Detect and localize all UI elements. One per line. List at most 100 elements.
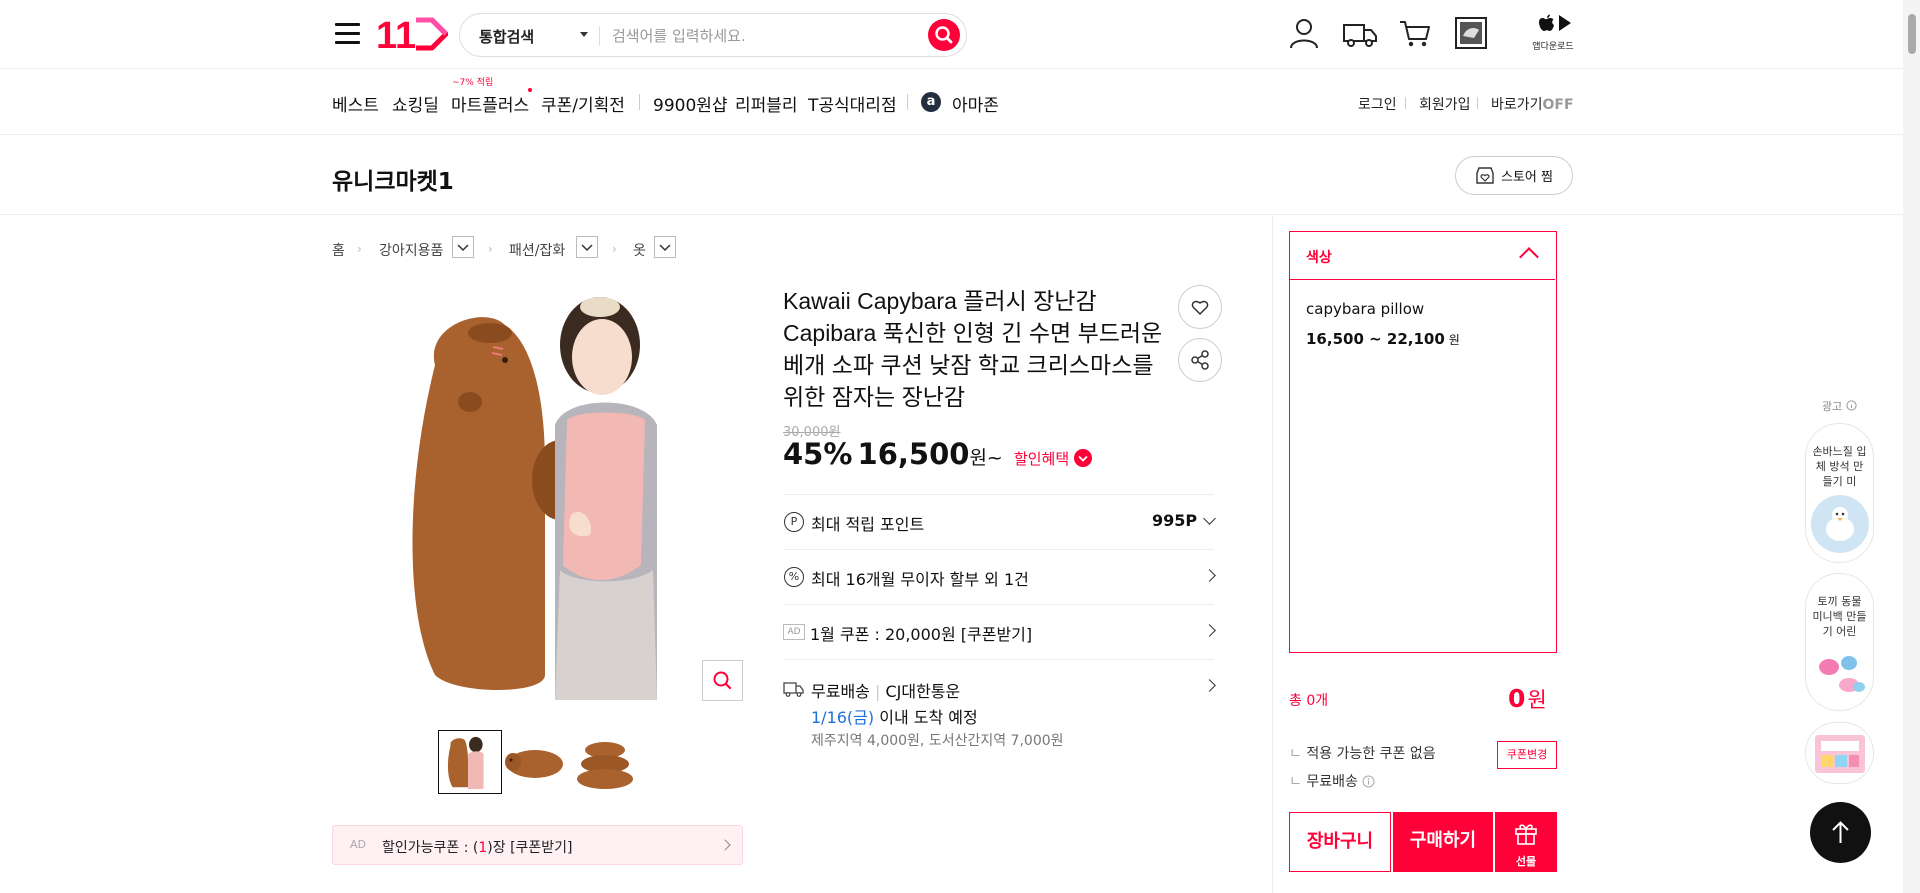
chevron-right-icon [719,839,731,851]
page-scrollbar[interactable] [1903,0,1920,893]
app-download[interactable]: 앱다운로드 [1530,13,1576,52]
ad-card-3[interactable] [1805,722,1874,784]
breadcrumb-dropdown[interactable] [576,236,598,258]
amazon-icon[interactable]: a [921,92,941,112]
gift-icon [1515,824,1537,845]
discount-benefit-label: 할인혜택 [1013,450,1070,468]
search-input[interactable] [612,24,912,48]
buy-now-button[interactable]: 구매하기 [1393,812,1493,872]
delivery-truck-icon[interactable] [1342,16,1378,50]
zoom-button[interactable] [702,660,743,701]
search-category[interactable]: 통합검색 [479,26,534,47]
divider [599,26,600,46]
breadcrumb-level3[interactable]: 옷 [633,240,646,260]
shortcut-label: 바로가기 [1491,97,1543,113]
caret-down-icon[interactable] [580,32,588,37]
option-item-price: 16,500 ~ 22,100 원 [1306,330,1460,348]
coupon-ad-count: 1 [478,840,488,856]
wishlist-button[interactable] [1178,285,1222,329]
chevron-down-circle-icon [1073,449,1092,467]
arrival-info: 1/16(금) 이내 도착 예정 [811,704,978,728]
nav-best[interactable]: 베스트 [332,91,379,116]
coupon-label: 1월 쿠폰 : 20,000원 [쿠폰받기] [810,625,1033,644]
nav-mart-plus[interactable]: 마트플러스 [451,91,529,116]
option-item-price-value: 16,500 ~ 22,100 [1306,330,1445,348]
coupon-change-button[interactable]: 쿠폰변경 [1497,741,1557,769]
breadcrumb-dropdown[interactable] [452,236,474,258]
total-price: 0원 [1508,684,1547,714]
info-icon[interactable] [1846,400,1857,411]
product-title: Kawaii Capybara 플러시 장난감 Capibara 푹신한 인형 … [783,288,1163,410]
shipping-status: ㄴ 무료배송 [1289,771,1375,791]
option-header[interactable]: 색상 [1290,232,1555,280]
delivery-info: 무료배송 | CJ대한통운 [811,682,961,701]
thumbnail-2[interactable] [503,730,567,794]
chevron-up-icon[interactable] [1519,247,1539,267]
new-dot [528,88,532,92]
chevron-right-icon [1203,624,1216,637]
info-icon[interactable] [1362,775,1375,788]
nav-divider [907,94,908,110]
recent-view-icon[interactable] [1454,16,1488,50]
percent-icon: % [784,567,804,587]
points-value: 995P [1152,511,1198,530]
shortcut-state: OFF [1542,97,1574,113]
breadcrumb-level2[interactable]: 패션/잡화 [509,240,565,260]
scroll-to-top-button[interactable] [1810,802,1871,863]
user-icon[interactable] [1287,16,1321,50]
coupon-row[interactable]: AD 1월 쿠폰 : 20,000원 [쿠폰받기] [783,604,1216,659]
coupon-status: ㄴ 적용 가능한 쿠폰 없음 [1289,746,1436,762]
total-count: 총 0개 [1289,693,1329,709]
option-item-name: capybara pillow [1306,300,1425,318]
search-icon [935,26,953,44]
util-divider [1477,97,1478,109]
ad-card-1[interactable]: 손바느질 입체 방석 만들기 미 [1805,423,1874,563]
ad-label-text: 광고 [1822,400,1843,413]
add-to-cart-button[interactable]: 장바구니 [1289,812,1391,872]
column-divider [1272,215,1273,893]
store-follow-button[interactable]: 스토어 찜 [1455,156,1573,195]
logo[interactable]: 11 [376,14,448,54]
points-row[interactable]: P 최대 적립 포인트 995P [783,494,1216,549]
signup-link[interactable]: 회원가입 [1419,94,1471,114]
nav-coupon[interactable]: 쿠폰/기획전 [541,91,625,116]
cart-icon[interactable] [1398,16,1432,50]
sale-price: 16,500 [857,437,970,471]
delivery-row[interactable]: 무료배송 | CJ대한통운 1/16(금) 이내 도착 예정 제주지역 4,00… [783,659,1216,759]
discount-benefit-link[interactable]: 할인혜택 [1013,449,1092,468]
thumbnail-1[interactable] [438,730,502,794]
installment-row[interactable]: % 최대 16개월 무이자 할부 외 1건 [783,549,1216,604]
shortcut-toggle[interactable]: 바로가기OFF [1491,94,1574,114]
total-price-value: 0 [1508,684,1526,713]
chevron-right-icon: › [612,242,617,256]
thumbnail-3[interactable] [573,730,637,794]
nav-refurbly[interactable]: 리퍼블리 [735,91,798,116]
store-name[interactable]: 유니크마켓1 [332,162,454,196]
chevron-down-icon [659,244,671,252]
breadcrumb-home[interactable]: 홈 [332,240,345,260]
nav-amazon[interactable]: 아마존 [952,91,999,116]
app-store-icon [1539,14,1571,31]
nav-shocking-deal[interactable]: 쇼킹딜 [392,91,439,116]
scrollbar-thumb[interactable] [1908,14,1916,54]
coupon-ad-bar[interactable]: AD 할인가능쿠폰 : (1)장 [쿠폰받기] [332,825,743,865]
nav-t-agency[interactable]: T공식대리점 [808,91,897,116]
ad-card-image [1810,495,1869,553]
ad-card-2[interactable]: 토끼 동물 미니백 만들기 어린 [1805,573,1874,711]
delivery-truck-icon [783,682,804,697]
arrival-date: 1/16(금) [811,708,875,727]
ad-badge: AD [350,838,366,851]
option-item[interactable]: capybara pillow 16,500 ~ 22,100 원 [1290,281,1555,371]
breadcrumb-dropdown[interactable] [654,236,676,258]
search-button[interactable] [928,19,960,51]
breadcrumb-level1[interactable]: 강아지용품 [379,240,443,260]
gift-label: 선물 [1515,855,1537,868]
nav-9900[interactable]: 9900원샵 [653,91,728,116]
ad-card-image [1810,643,1869,701]
product-main-image[interactable] [395,285,755,700]
menu-icon[interactable] [335,23,360,45]
price-unit: 원~ [969,447,1003,469]
gift-button[interactable]: 선물 [1495,812,1557,872]
share-button[interactable] [1178,338,1222,382]
login-link[interactable]: 로그인 [1358,94,1397,114]
